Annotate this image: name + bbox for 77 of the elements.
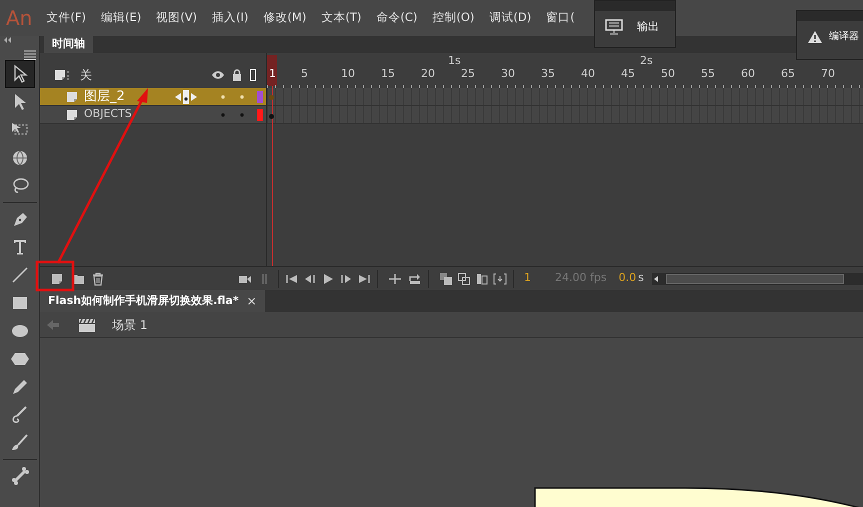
lock-icon[interactable]: [232, 68, 242, 80]
play-icon[interactable]: [321, 272, 335, 286]
document-tab[interactable]: Flash如何制作手机滑屏切换效果.fla*: [48, 292, 239, 309]
frame-number: 50: [661, 66, 675, 82]
close-button[interactable]: ×: [246, 292, 257, 309]
frame-number: 15: [381, 66, 395, 82]
layer-icon: [66, 108, 78, 121]
onion-outline-icon[interactable]: [457, 272, 471, 286]
panel-title[interactable]: 编译器: [829, 29, 859, 44]
frame-number: 60: [741, 66, 755, 82]
scrollbar-thumb[interactable]: [666, 274, 844, 284]
layer-row[interactable]: OBJECTS: [40, 106, 266, 124]
annotation-box: [36, 260, 74, 292]
menu-item[interactable]: 文本(T): [317, 7, 366, 29]
unlocked-dot-icon[interactable]: [240, 94, 244, 98]
elapsed-time: 0.0: [618, 270, 636, 286]
center-frame-icon[interactable]: [388, 272, 402, 286]
time-marker: 1s: [448, 53, 461, 69]
scene-label[interactable]: 场景 1: [112, 316, 148, 334]
menu-item[interactable]: 编辑(E): [96, 7, 146, 29]
trash-icon[interactable]: [91, 272, 105, 286]
time-marker: 2s: [640, 53, 653, 69]
time-unit: s: [638, 270, 644, 286]
menu-item[interactable]: 文件(F): [42, 7, 90, 29]
app-logo: An: [6, 5, 32, 32]
frame-number: 55: [701, 66, 715, 82]
scroll-left-icon[interactable]: [652, 274, 660, 282]
frame-number: 5: [301, 66, 308, 82]
menu-item[interactable]: 视图(V): [152, 7, 202, 29]
loop-icon[interactable]: [408, 272, 422, 286]
menu-item[interactable]: 命令(C): [372, 7, 422, 29]
keyframe-dot: [269, 95, 274, 100]
frame-number: 10: [341, 66, 355, 82]
layer-color-swatch[interactable]: [257, 108, 263, 120]
layer-icon: [66, 90, 78, 103]
frame-number: 1: [269, 66, 276, 82]
monitor-icon: [605, 19, 623, 36]
menu-item[interactable]: 控制(O): [428, 7, 478, 29]
visible-dot-icon[interactable]: [221, 94, 225, 98]
frame-number: 45: [621, 66, 635, 82]
layer-name: 图层_2: [84, 88, 126, 106]
menu-item[interactable]: 插入(I): [208, 7, 252, 29]
marker-range-icon[interactable]: [493, 272, 507, 286]
frame-number: 25: [461, 66, 475, 82]
playhead[interactable]: [267, 55, 277, 86]
frame-number: 30: [501, 66, 515, 82]
frame-number: 65: [781, 66, 795, 82]
visible-dot-icon[interactable]: [221, 112, 225, 116]
handle-icon: [66, 70, 70, 80]
layer-icon: [54, 68, 66, 81]
outline-icon[interactable]: [250, 68, 256, 80]
menu-item[interactable]: 调试(D): [485, 7, 536, 29]
unlocked-dot-icon[interactable]: [240, 112, 244, 116]
menu-item[interactable]: 窗口(: [542, 7, 579, 29]
layer-color-swatch[interactable]: [257, 90, 263, 102]
frame-number: 70: [821, 66, 835, 82]
keyframe-dot: [269, 114, 274, 119]
layer-row[interactable]: 图层_2: [40, 88, 266, 106]
menu-icon[interactable]: [24, 50, 36, 60]
edit-frames-icon[interactable]: [475, 272, 489, 286]
frame-number: 35: [541, 66, 555, 82]
new-layer-icon[interactable]: [51, 272, 65, 286]
eye-icon[interactable]: [211, 70, 225, 80]
tool-button[interactable]: [4, 60, 34, 88]
warning-icon: [807, 30, 823, 44]
current-frame: 1: [524, 270, 531, 287]
clapperboard-icon[interactable]: [78, 318, 96, 332]
column-label: 关: [80, 66, 93, 84]
menu-item[interactable]: 修改(M): [259, 7, 310, 29]
panel-title[interactable]: 输出: [637, 19, 659, 36]
panel-tab[interactable]: 时间轴: [44, 34, 93, 53]
layer-name: OBJECTS: [84, 106, 133, 122]
frame-number: 20: [421, 66, 435, 82]
horizontal-scrollbar[interactable]: [652, 272, 863, 284]
frame-rate: 24.00 fps: [555, 270, 607, 286]
frame-number: 40: [581, 66, 595, 82]
onion-skin-icon[interactable]: [439, 272, 453, 286]
